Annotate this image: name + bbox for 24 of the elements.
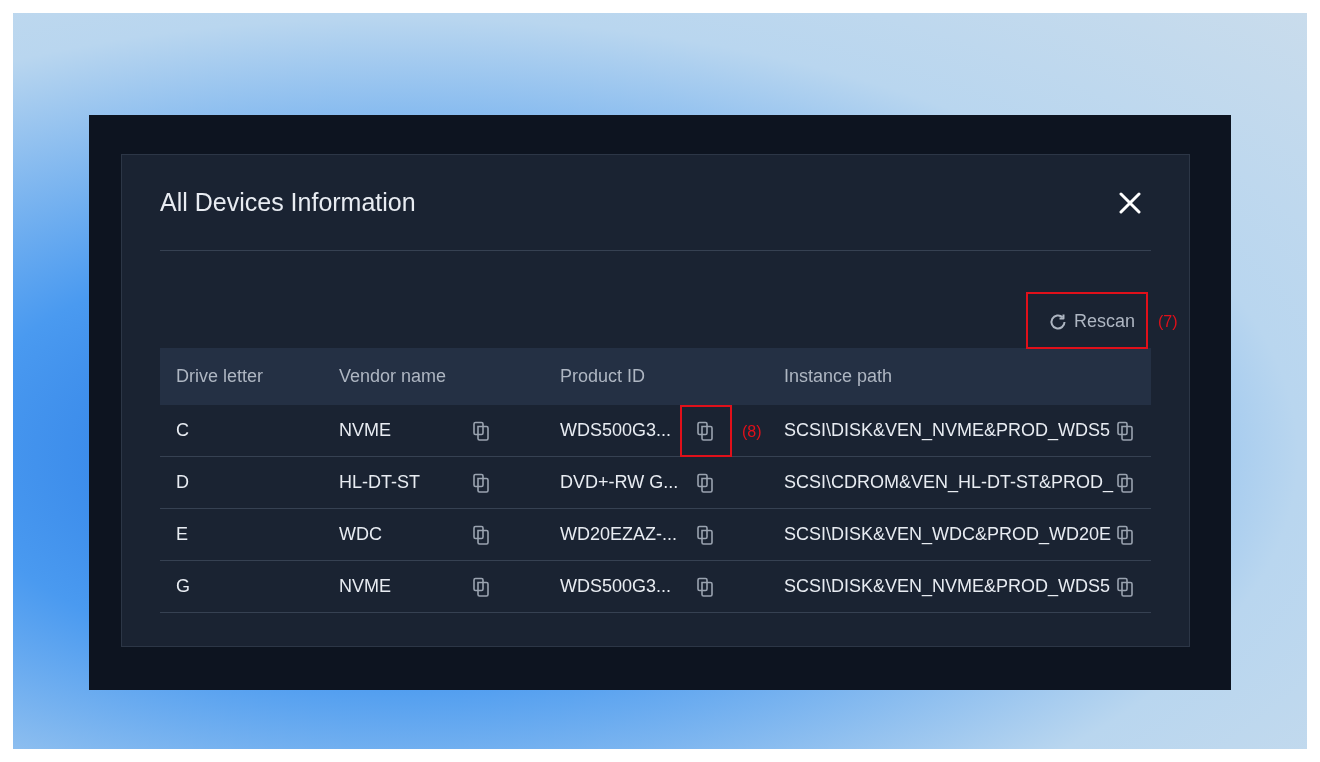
table-cell: WDS500G3...: [560, 576, 672, 597]
callout-label: (8): [742, 422, 762, 441]
table-cell: D: [176, 472, 189, 493]
table-cell: SCSI\DISK&VEN_WDC&PROD_WD20E: [784, 524, 1112, 545]
table-cell: WDS500G3...: [560, 420, 672, 441]
table-cell: DVD+-RW G...: [560, 472, 679, 493]
table-cell: SCSI\DISK&VEN_NVME&PROD_WDS5: [784, 420, 1111, 441]
table-cell: G: [176, 576, 190, 597]
table-cell: WD20EZAZ-...: [560, 524, 677, 545]
column-header: Product ID: [559, 366, 647, 387]
table-cell: E: [176, 524, 188, 545]
callout-label: (7): [1157, 313, 1178, 331]
table-cell: SCSI\CDROM&VEN_HL-DT-ST&PROD_: [784, 472, 1114, 493]
table-cell: C: [176, 420, 189, 441]
table-cell: SCSI\DISK&VEN_NVME&PROD_WDS5: [784, 576, 1111, 597]
table-cell: HL-DT-ST: [339, 472, 420, 493]
table-cell: NVME: [339, 420, 391, 441]
dialog-title: All Devices Information: [160, 188, 416, 217]
rescan-button[interactable]: Rescan: [1037, 301, 1145, 342]
column-header: Vendor name: [338, 366, 448, 387]
table-cell: WDC: [339, 524, 382, 545]
column-header: Drive letter: [175, 366, 265, 387]
table-cell: NVME: [339, 576, 391, 597]
column-header: Instance path: [783, 366, 894, 387]
